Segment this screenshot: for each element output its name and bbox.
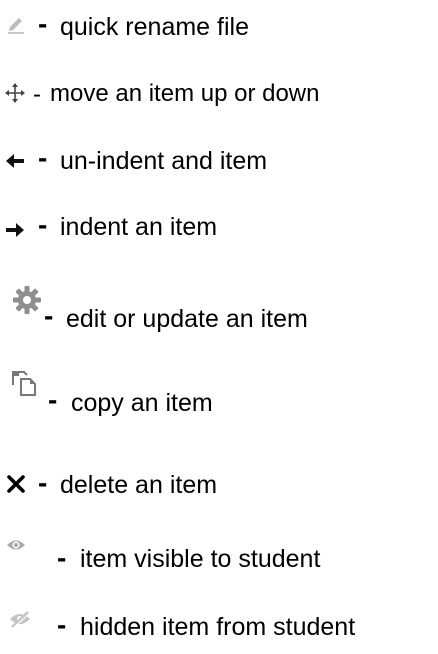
icon-legend: - quick rename file - move an item up or… xyxy=(0,0,438,654)
legend-separator: - xyxy=(38,8,48,39)
legend-separator: - xyxy=(44,300,54,331)
legend-label: indent an item xyxy=(60,213,218,241)
legend-separator: - xyxy=(38,142,48,173)
legend-label: edit or update an item xyxy=(66,305,308,333)
legend-separator: - xyxy=(57,542,67,573)
gear-icon xyxy=(13,286,41,314)
pencil-icon xyxy=(8,18,24,34)
eye-icon xyxy=(7,540,25,550)
legend-separator: - xyxy=(38,209,48,240)
legend-item-visible: - item visible to student xyxy=(0,532,438,582)
legend-separator: - xyxy=(48,384,58,415)
legend-label: move an item up or down xyxy=(50,80,320,107)
legend-label: quick rename file xyxy=(60,13,249,41)
legend-item-move: - move an item up or down xyxy=(0,71,438,121)
legend-label: hidden item from student xyxy=(80,613,356,641)
copy-icon xyxy=(12,371,36,396)
legend-item-copy: - copy an item xyxy=(0,366,438,416)
legend-item-edit: - edit or update an item xyxy=(0,282,438,332)
legend-separator: - xyxy=(38,467,48,498)
legend-label: item visible to student xyxy=(80,545,321,573)
close-icon xyxy=(7,475,25,493)
legend-separator: - xyxy=(33,81,41,108)
legend-item-indent: - indent an item xyxy=(0,206,438,256)
legend-label: un-indent and item xyxy=(60,147,268,175)
legend-separator: - xyxy=(57,609,67,640)
legend-item-rename: - quick rename file xyxy=(0,4,438,54)
legend-label: copy an item xyxy=(71,389,213,417)
arrow-left-icon xyxy=(6,154,24,168)
eye-slash-icon xyxy=(10,611,30,628)
arrow-right-icon xyxy=(6,223,24,237)
legend-label: delete an item xyxy=(60,471,218,499)
legend-item-unindent: - un-indent and item xyxy=(0,137,438,187)
move-arrows-icon xyxy=(5,83,25,103)
legend-item-hidden: - hidden item from student xyxy=(0,600,438,650)
legend-item-delete: - delete an item xyxy=(0,466,438,516)
